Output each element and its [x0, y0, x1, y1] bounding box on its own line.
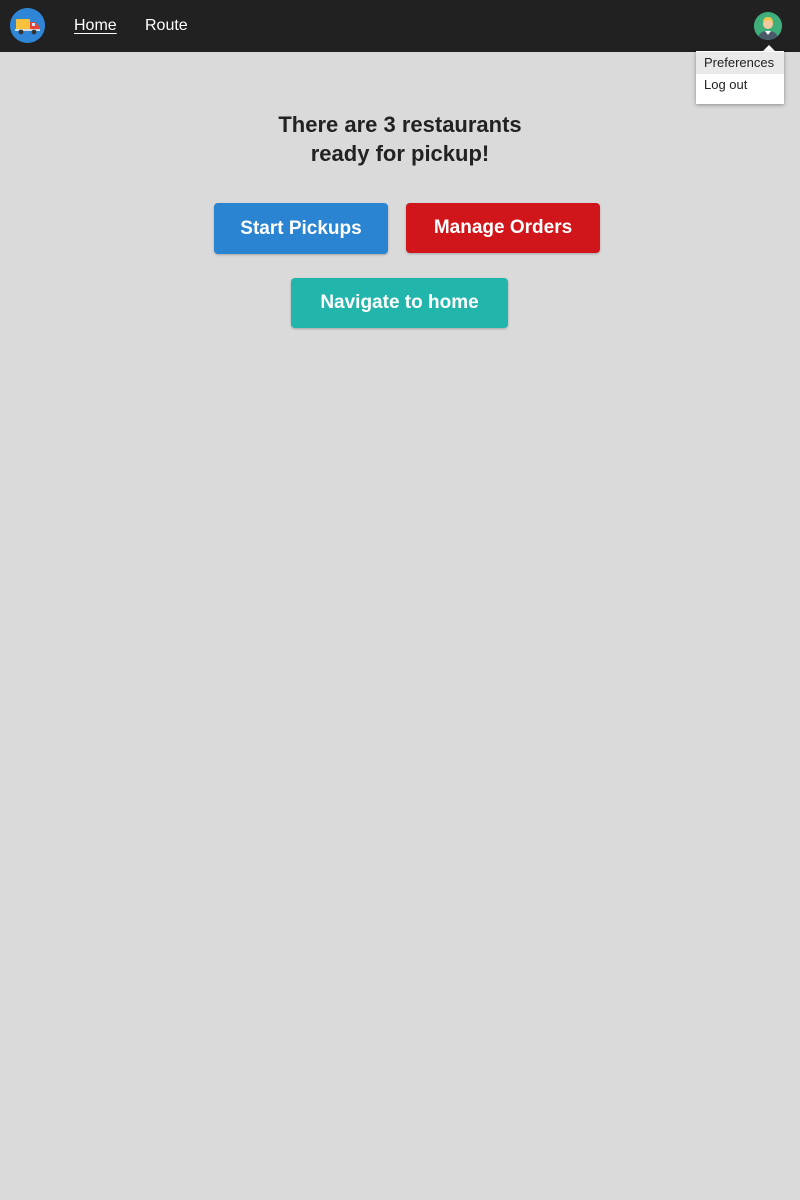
- nav-link-home[interactable]: Home: [74, 16, 117, 36]
- top-navbar: Home Route: [0, 0, 800, 52]
- headline-line-2: ready for pickup!: [310, 141, 490, 166]
- nav-link-route[interactable]: Route: [145, 16, 188, 36]
- navigate-to-home-button[interactable]: Navigate to home: [291, 278, 508, 328]
- menu-item-log-out[interactable]: Log out: [696, 74, 784, 96]
- menu-item-preferences[interactable]: Preferences: [696, 52, 784, 74]
- page-headline: There are 3 restaurants ready for pickup…: [0, 110, 800, 168]
- headline-line-1: There are 3 restaurants: [278, 112, 522, 137]
- user-dropdown-menu: Preferences Log out: [696, 51, 784, 104]
- delivery-truck-icon[interactable]: [10, 8, 45, 43]
- user-avatar-icon[interactable]: [754, 12, 782, 40]
- start-pickups-button[interactable]: Start Pickups: [214, 203, 388, 254]
- manage-orders-button[interactable]: Manage Orders: [406, 203, 600, 253]
